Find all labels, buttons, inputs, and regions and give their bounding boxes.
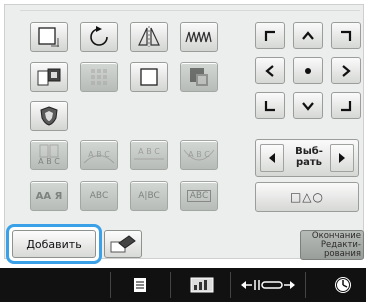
color-button[interactable]	[180, 62, 218, 92]
grid-button[interactable]	[80, 62, 118, 92]
width-icon	[241, 280, 295, 290]
move-left-button[interactable]	[255, 57, 285, 84]
chevron-left-icon	[265, 64, 274, 77]
font-case-button[interactable]: AA Я	[30, 181, 68, 211]
triangle-left-icon	[269, 153, 275, 163]
center-button[interactable]	[293, 57, 323, 84]
mirror-button[interactable]	[130, 22, 168, 52]
arc-text-icon: A B C	[83, 150, 115, 164]
spacing-text-label: A B C	[138, 147, 160, 156]
spacing-text-button[interactable]: A B C	[130, 140, 168, 170]
move-up-left-button[interactable]	[255, 22, 285, 49]
font-case-label: AA Я	[35, 190, 63, 202]
wave-text-button[interactable]: A B C	[180, 140, 218, 170]
arc-text-button[interactable]: A B C	[80, 140, 118, 170]
wave-text-icon: A B C	[183, 149, 215, 161]
outline-icon	[140, 68, 158, 86]
chart-icon	[190, 277, 214, 293]
move-up-right-button[interactable]	[331, 22, 361, 49]
move-right-button[interactable]	[331, 57, 361, 84]
density-icon	[185, 31, 212, 43]
corner-up-left-icon	[264, 30, 275, 41]
clock-icon	[335, 277, 351, 293]
eraser-button[interactable]	[104, 230, 142, 258]
end-editing-button[interactable]: Окончание Редакти- рования	[300, 230, 364, 260]
border-icon	[37, 68, 61, 86]
move-down-right-button[interactable]	[331, 92, 361, 119]
color-icon	[190, 68, 208, 86]
rotate-icon	[90, 26, 108, 46]
density-button[interactable]	[180, 22, 218, 52]
footer-divider	[230, 272, 231, 298]
shield-icon	[40, 106, 58, 126]
font-abc-3-label: ABC	[186, 190, 212, 202]
vertical-text-icon	[39, 144, 59, 158]
footer-divider	[170, 272, 171, 298]
clock-button[interactable]	[330, 268, 356, 302]
chart-button[interactable]	[185, 268, 219, 302]
outline-button[interactable]	[130, 62, 168, 92]
footer-divider	[305, 272, 306, 298]
chevron-down-icon	[302, 101, 314, 111]
shield-button[interactable]	[30, 101, 68, 131]
font-abc-1-button[interactable]: ABC	[80, 181, 118, 211]
top-divider	[20, 10, 360, 11]
frame-resize-icon	[38, 27, 59, 47]
status-bar	[0, 268, 366, 302]
corner-up-right-icon	[341, 30, 352, 41]
select-control: Выб-рать	[255, 139, 359, 177]
center-dot-icon	[305, 67, 311, 74]
move-down-button[interactable]	[293, 92, 323, 119]
chevron-up-icon	[302, 30, 314, 40]
vertical-text-label: A B C	[38, 157, 60, 166]
width-button[interactable]	[238, 268, 298, 302]
shape-options: □△○	[289, 190, 325, 204]
rotate-button[interactable]	[80, 22, 118, 52]
grid-icon	[91, 69, 107, 85]
corner-down-right-icon	[341, 100, 352, 111]
select-next-button[interactable]	[330, 144, 354, 172]
border-button[interactable]	[30, 62, 68, 92]
document-icon	[134, 278, 146, 292]
shape-select-button[interactable]: □△○	[255, 182, 359, 212]
frame-resize-button[interactable]	[30, 22, 68, 52]
move-down-left-button[interactable]	[255, 92, 285, 119]
select-label: Выб-рать	[295, 146, 323, 168]
spacing-text-icon: A B C	[134, 147, 164, 160]
add-button[interactable]: Добавить	[12, 230, 96, 258]
wave-text-label: A B C	[188, 150, 210, 159]
move-up-button[interactable]	[293, 22, 323, 49]
font-abc-2-label: A|BC	[138, 191, 160, 201]
eraser-icon	[110, 235, 136, 253]
vertical-text-button[interactable]: A B C	[30, 140, 68, 170]
document-button[interactable]	[125, 268, 155, 302]
font-abc-3-button[interactable]: ABC	[180, 181, 218, 211]
triangle-right-icon	[339, 153, 345, 163]
arc-text-label: A B C	[88, 150, 110, 159]
font-abc-2-button[interactable]: A|BC	[130, 181, 168, 211]
mirror-icon	[138, 26, 160, 47]
font-abc-1-label: ABC	[89, 191, 109, 201]
chevron-right-icon	[342, 64, 351, 77]
select-prev-button[interactable]	[260, 144, 284, 172]
corner-down-left-icon	[264, 100, 275, 111]
footer-divider	[110, 272, 111, 298]
